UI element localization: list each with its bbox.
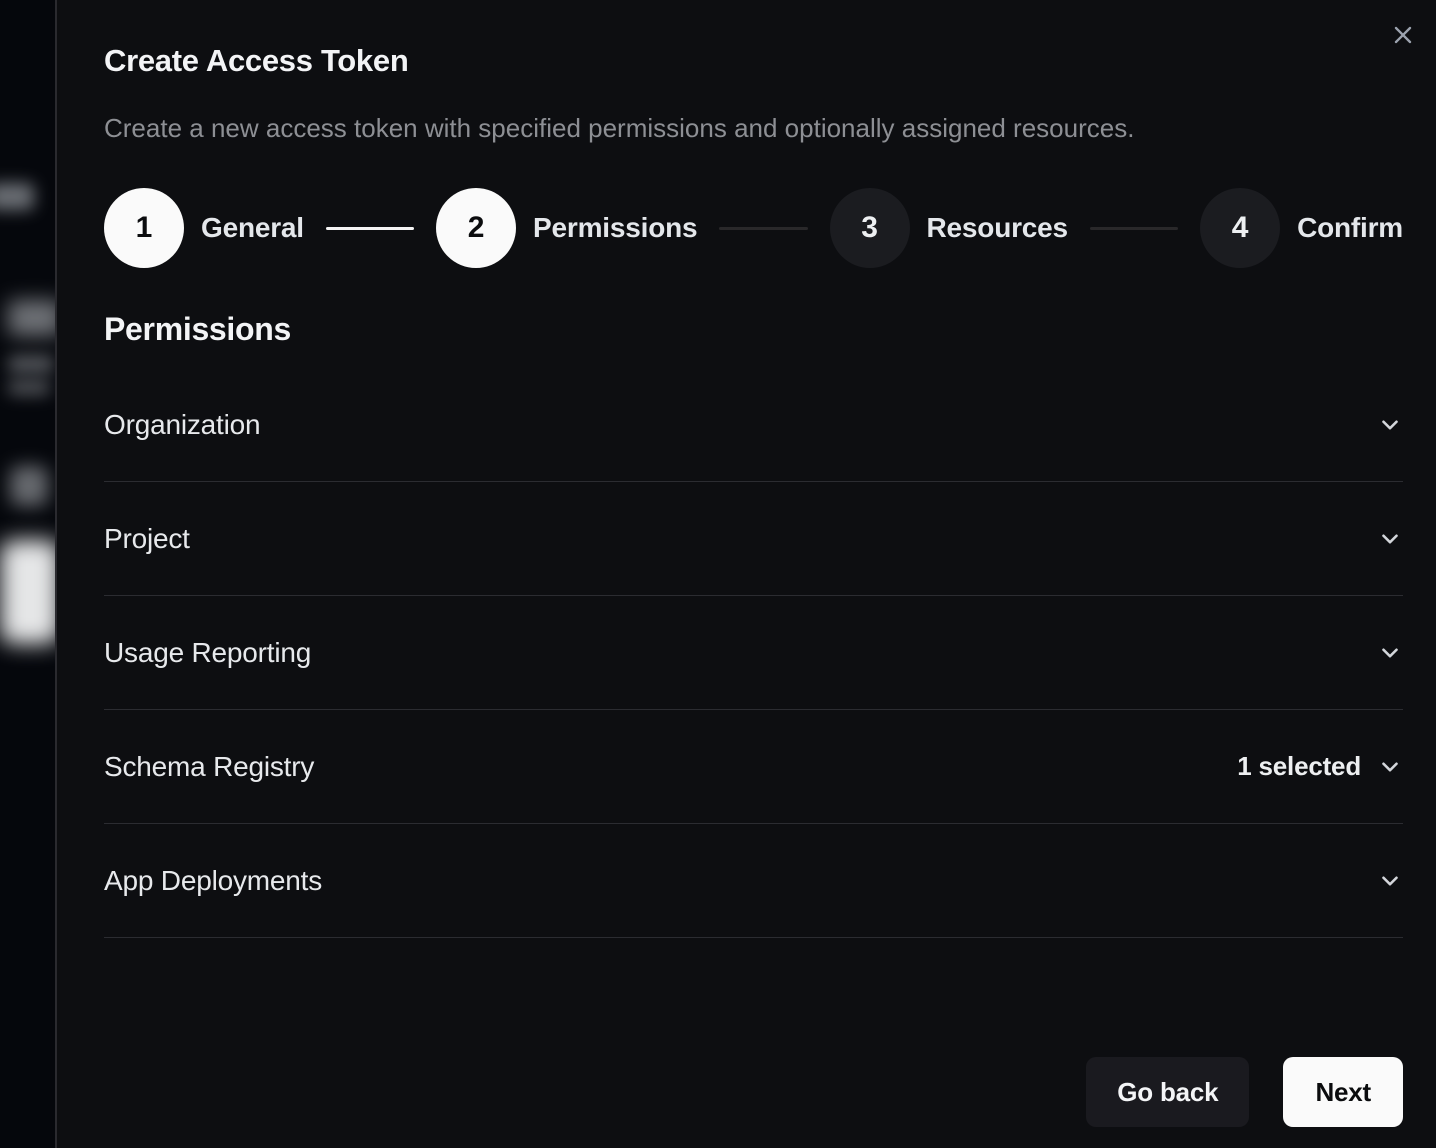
accordion-label: Schema Registry (104, 751, 314, 783)
accordion-project[interactable]: Project (104, 482, 1403, 596)
accordion-organization[interactable]: Organization (104, 368, 1403, 482)
step-number-4: 4 (1200, 188, 1280, 268)
background-blur-icon (10, 466, 48, 506)
chevron-down-icon (1377, 412, 1403, 438)
chevron-down-icon (1377, 868, 1403, 894)
step-connector-upcoming (1090, 227, 1178, 230)
step-general[interactable]: 1 General (104, 188, 304, 268)
accordion-label: Organization (104, 409, 260, 441)
step-confirm[interactable]: 4 Confirm (1200, 188, 1403, 268)
close-button[interactable] (1386, 18, 1420, 52)
step-number-3: 3 (830, 188, 910, 268)
accordion-schema-registry[interactable]: Schema Registry 1 selected (104, 710, 1403, 824)
background-blur-item (8, 300, 62, 336)
go-back-button[interactable]: Go back (1086, 1057, 1249, 1127)
background-blur-item (8, 380, 50, 395)
stepper: 1 General 2 Permissions 3 Resources 4 Co… (104, 188, 1403, 268)
accordion-label: App Deployments (104, 865, 322, 897)
close-icon (1389, 21, 1417, 49)
step-number-1: 1 (104, 188, 184, 268)
background-blur-item (0, 183, 34, 210)
chevron-down-icon (1377, 754, 1403, 780)
step-resources[interactable]: 3 Resources (830, 188, 1068, 268)
chevron-down-icon (1377, 640, 1403, 666)
create-access-token-modal: Create Access Token Create a new access … (55, 0, 1436, 1148)
modal-footer: Go back Next (104, 1057, 1403, 1127)
background-blur-card (0, 540, 60, 644)
accordion-label: Usage Reporting (104, 637, 311, 669)
modal-title: Create Access Token (104, 44, 1403, 78)
step-connector-complete (326, 227, 414, 230)
step-label-general: General (201, 212, 304, 244)
step-label-resources: Resources (927, 212, 1068, 244)
modal-content: Create Access Token Create a new access … (57, 0, 1436, 1127)
selection-count: 1 selected (1237, 751, 1361, 782)
modal-subtitle: Create a new access token with specified… (104, 113, 1403, 143)
step-label-confirm: Confirm (1297, 212, 1403, 244)
page-background: Create Access Token Create a new access … (0, 0, 1436, 1148)
step-number-2: 2 (436, 188, 516, 268)
step-connector-upcoming (719, 227, 807, 230)
next-button[interactable]: Next (1283, 1057, 1403, 1127)
accordion-label: Project (104, 523, 190, 555)
background-blur-item (8, 356, 54, 372)
permissions-heading: Permissions (104, 310, 1403, 348)
step-label-permissions: Permissions (533, 212, 697, 244)
accordion-usage-reporting[interactable]: Usage Reporting (104, 596, 1403, 710)
step-permissions[interactable]: 2 Permissions (436, 188, 697, 268)
accordion-app-deployments[interactable]: App Deployments (104, 824, 1403, 938)
permissions-accordion-list: Organization Project Usage Reporting (104, 368, 1403, 938)
chevron-down-icon (1377, 526, 1403, 552)
